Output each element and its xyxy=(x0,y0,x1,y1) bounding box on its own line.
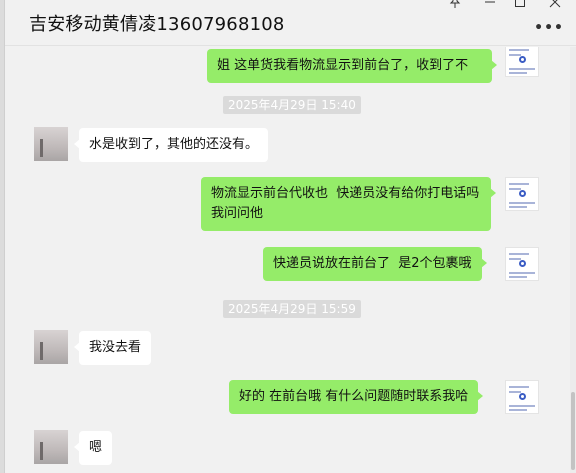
contact-avatar[interactable] xyxy=(34,330,68,364)
message-bubble-outgoing[interactable]: 物流显示前台代收也 快递员没有给你打电话吗 我问问他 xyxy=(201,177,496,231)
minimize-icon[interactable] xyxy=(480,0,500,10)
more-options-icon[interactable]: ••• xyxy=(534,20,564,36)
scrollbar-thumb[interactable] xyxy=(571,392,575,470)
maximize-icon[interactable] xyxy=(510,0,530,10)
contact-avatar[interactable] xyxy=(34,127,68,161)
my-avatar[interactable] xyxy=(505,247,539,281)
timestamp: 2025年4月29日 15:40 xyxy=(223,96,361,114)
pin-icon[interactable] xyxy=(445,0,465,10)
message-bubble-outgoing[interactable]: 快递员说放在前台了 是2个包裹哦 xyxy=(263,247,487,281)
message-bubble-incoming[interactable]: 水是收到了，其他的还没有。 xyxy=(73,128,269,162)
my-avatar[interactable] xyxy=(505,380,539,414)
message-bubble-incoming[interactable]: 嗯 xyxy=(73,431,113,465)
timestamp: 2025年4月29日 15:59 xyxy=(223,300,361,318)
contact-avatar[interactable] xyxy=(34,430,68,464)
close-icon[interactable] xyxy=(545,0,565,10)
chat-header: 吉安移动黄倩凌13607968108 ••• xyxy=(5,0,576,46)
chat-title: 吉安移动黄倩凌13607968108 xyxy=(29,14,285,35)
my-avatar[interactable] xyxy=(505,47,539,77)
message-list[interactable]: 姐 这单货我看物流显示到前台了，收到了不 2025年4月29日 15:40 水是… xyxy=(5,47,570,473)
message-bubble-incoming[interactable]: 我没去看 xyxy=(73,331,152,365)
message-bubble-outgoing[interactable]: 好的 在前台哦 有什么问题随时联系我哈 xyxy=(229,380,484,414)
my-avatar[interactable] xyxy=(505,177,539,211)
message-bubble-outgoing[interactable]: 姐 这单货我看物流显示到前台了，收到了不 xyxy=(207,49,497,83)
